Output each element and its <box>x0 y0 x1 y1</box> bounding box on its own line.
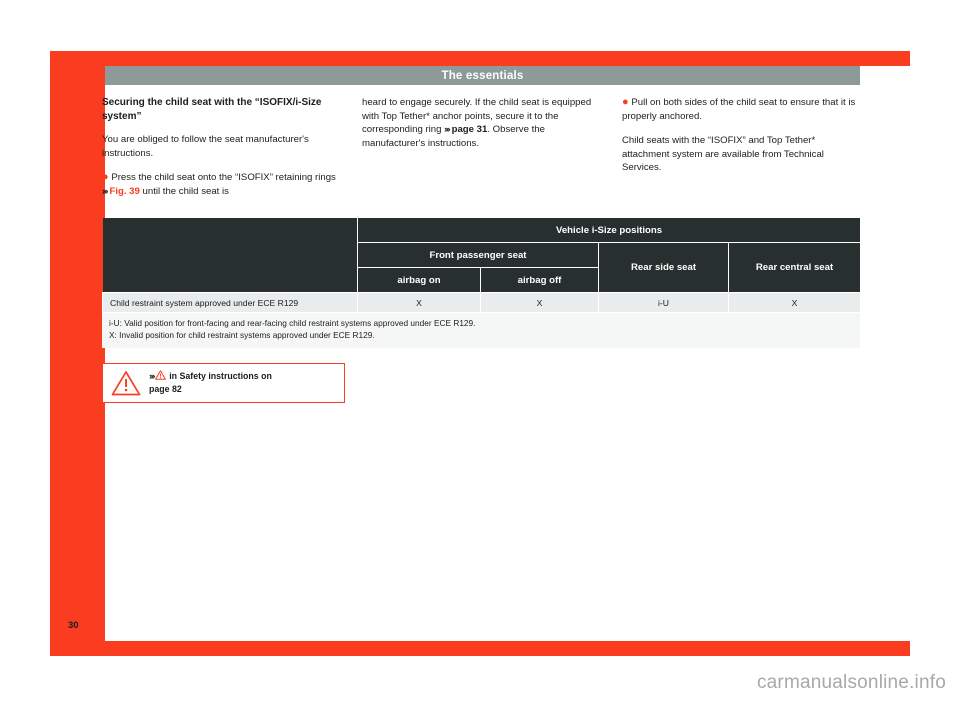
paragraph-engage-securely: heard to engage securely. If the child s… <box>362 97 592 149</box>
table-corner-cell <box>102 217 358 293</box>
safety-warning-box: ››› in Safety instructions on page 82 <box>102 363 345 403</box>
paragraph-manufacturer-instructions: You are obliged to follow the seat manuf… <box>102 134 309 159</box>
header-vehicle-i-size-positions: Vehicle i-Size positions <box>356 217 862 243</box>
header-airbag-on: airbag on <box>357 267 481 293</box>
cell-airbag-on: X <box>357 292 481 313</box>
column-1: Securing the child seat with the “ISOFIX… <box>102 96 340 210</box>
page-number: 30 <box>68 620 79 631</box>
safety-warning-line-2: page 82 <box>149 384 182 394</box>
i-size-positions-table: Vehicle i-Size positions Front passenger… <box>102 217 862 313</box>
footnote-x: X: Invalid position for child restraint … <box>109 329 375 340</box>
inline-warning-triangle-icon <box>154 370 166 382</box>
bullet-item-press-child-seat: ● Press the child seat onto the “ISOFIX”… <box>102 171 340 198</box>
chevron-right-icon-2: ››› <box>444 124 450 136</box>
cell-rear-side-seat: i-U <box>598 292 729 313</box>
section-heading: Securing the child seat with the “ISOFIX… <box>102 97 322 122</box>
cell-rear-central-seat: X <box>727 292 862 313</box>
safety-warning-text: ››› in Safety instructions on page 82 <box>149 370 272 395</box>
chevron-right-icon-3: ››› <box>149 371 155 383</box>
header-rear-central-seat: Rear central seat <box>727 242 862 293</box>
watermark: carmanualsonline.info <box>756 672 946 693</box>
row-label-child-restraint-ece-r129: Child restraint system approved under EC… <box>102 292 358 313</box>
table-row: Child restraint system approved under EC… <box>102 292 862 313</box>
cell-airbag-off: X <box>480 292 599 313</box>
footnote-i-u: i-U: Valid position for front-facing and… <box>109 318 476 328</box>
bullet-text-part-1: Press the child seat onto the “ISOFIX” r… <box>111 172 336 184</box>
bullet-item-pull-both-sides: ● Pull on both sides of the child seat t… <box>622 96 860 123</box>
header-front-passenger-seat: Front passenger seat <box>357 242 599 268</box>
safety-warning-line-1: in Safety instructions on <box>166 371 272 382</box>
bullet-2-text: Pull on both sides of the child seat to … <box>622 97 856 122</box>
column-3: ● Pull on both sides of the child seat t… <box>622 96 860 210</box>
page-reference-link[interactable]: page 31 <box>452 124 488 135</box>
page-header-bar: The essentials <box>105 66 860 85</box>
bullet-text-part-2-head: until the child seat is <box>139 185 229 197</box>
table-footnotes: i-U: Valid position for front-facing and… <box>102 313 860 348</box>
warning-triangle-icon <box>103 370 149 396</box>
body-columns: Securing the child seat with the “ISOFIX… <box>102 96 860 210</box>
i-size-table-wrapper: Vehicle i-Size positions Front passenger… <box>102 217 862 348</box>
header-airbag-off: airbag off <box>480 267 599 293</box>
chevron-right-icon: ››› <box>102 185 108 197</box>
page-title: The essentials <box>441 69 524 82</box>
column-2: heard to engage securely. If the child s… <box>362 96 600 210</box>
header-rear-side-seat: Rear side seat <box>598 242 729 293</box>
bullet-dot-icon: ● <box>102 171 109 184</box>
figure-reference-link[interactable]: Fig. 39 <box>109 186 139 197</box>
table-header-row-group: Vehicle i-Size positions <box>102 217 862 293</box>
paragraph-technical-services: Child seats with the “ISOFIX” and Top Te… <box>622 135 824 174</box>
bullet-dot-icon-2: ● <box>622 96 629 108</box>
